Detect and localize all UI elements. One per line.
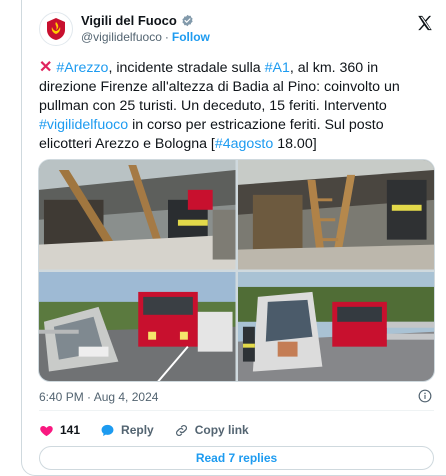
photo-4-image bbox=[237, 271, 434, 381]
link-icon bbox=[175, 424, 187, 436]
hashtag-4agosto-link[interactable]: #4agosto bbox=[215, 136, 273, 152]
handle-separator: · bbox=[164, 30, 169, 44]
info-icon[interactable] bbox=[418, 389, 432, 403]
photo-4[interactable] bbox=[237, 271, 434, 381]
red-cross-mark-icon: ✕ bbox=[39, 59, 53, 76]
follow-button[interactable]: Follow bbox=[172, 30, 210, 44]
copy-link-button[interactable]: Copy link bbox=[174, 423, 249, 438]
hashtag-arezzo-link[interactable]: #Arezzo bbox=[56, 60, 108, 76]
tweet-text-segment: , incidente stradale sulla bbox=[108, 60, 265, 76]
tweet-header: Vigili del Fuoco @vigilidelfuoco · Follo… bbox=[39, 12, 434, 46]
divider bbox=[39, 410, 434, 411]
author-name[interactable]: Vigili del Fuoco bbox=[81, 13, 177, 28]
photo-3-image bbox=[39, 271, 236, 381]
tweet-text-segment: 18.00] bbox=[273, 136, 317, 152]
photo-2-image bbox=[237, 160, 434, 270]
reply-label: Reply bbox=[121, 423, 154, 437]
avatar[interactable] bbox=[39, 12, 73, 46]
heart-icon bbox=[40, 425, 53, 436]
tweet-actions: 141 Reply Copy link bbox=[39, 420, 249, 440]
avatar-logo-icon bbox=[47, 18, 65, 40]
tweet-timestamp[interactable]: 6:40 PM · Aug 4, 2024 bbox=[39, 390, 158, 404]
photo-1[interactable] bbox=[39, 160, 236, 270]
reply-button[interactable]: Reply bbox=[100, 423, 154, 438]
x-logo-icon[interactable] bbox=[416, 14, 434, 32]
copy-link-label: Copy link bbox=[194, 423, 249, 437]
photo-3[interactable] bbox=[39, 271, 236, 381]
like-button[interactable]: 141 bbox=[39, 423, 80, 438]
reply-icon bbox=[101, 424, 114, 436]
verified-badge-icon bbox=[182, 14, 193, 27]
photo-2[interactable] bbox=[237, 160, 434, 270]
read-replies-button[interactable]: Read 7 replies bbox=[39, 446, 434, 470]
media-grid bbox=[38, 159, 435, 382]
like-count: 141 bbox=[60, 423, 81, 437]
tweet-text: ✕ #Arezzo, incidente stradale sulla #A1, … bbox=[39, 58, 434, 154]
tweet-card: Vigili del Fuoco @vigilidelfuoco · Follo… bbox=[21, 0, 446, 476]
hashtag-vigilidelfuoco-link[interactable]: #vigilidelfuoco bbox=[39, 117, 128, 133]
author-handle[interactable]: @vigilidelfuoco bbox=[81, 30, 162, 44]
photo-1-image bbox=[39, 160, 236, 270]
hashtag-a1-link[interactable]: #A1 bbox=[265, 60, 290, 76]
